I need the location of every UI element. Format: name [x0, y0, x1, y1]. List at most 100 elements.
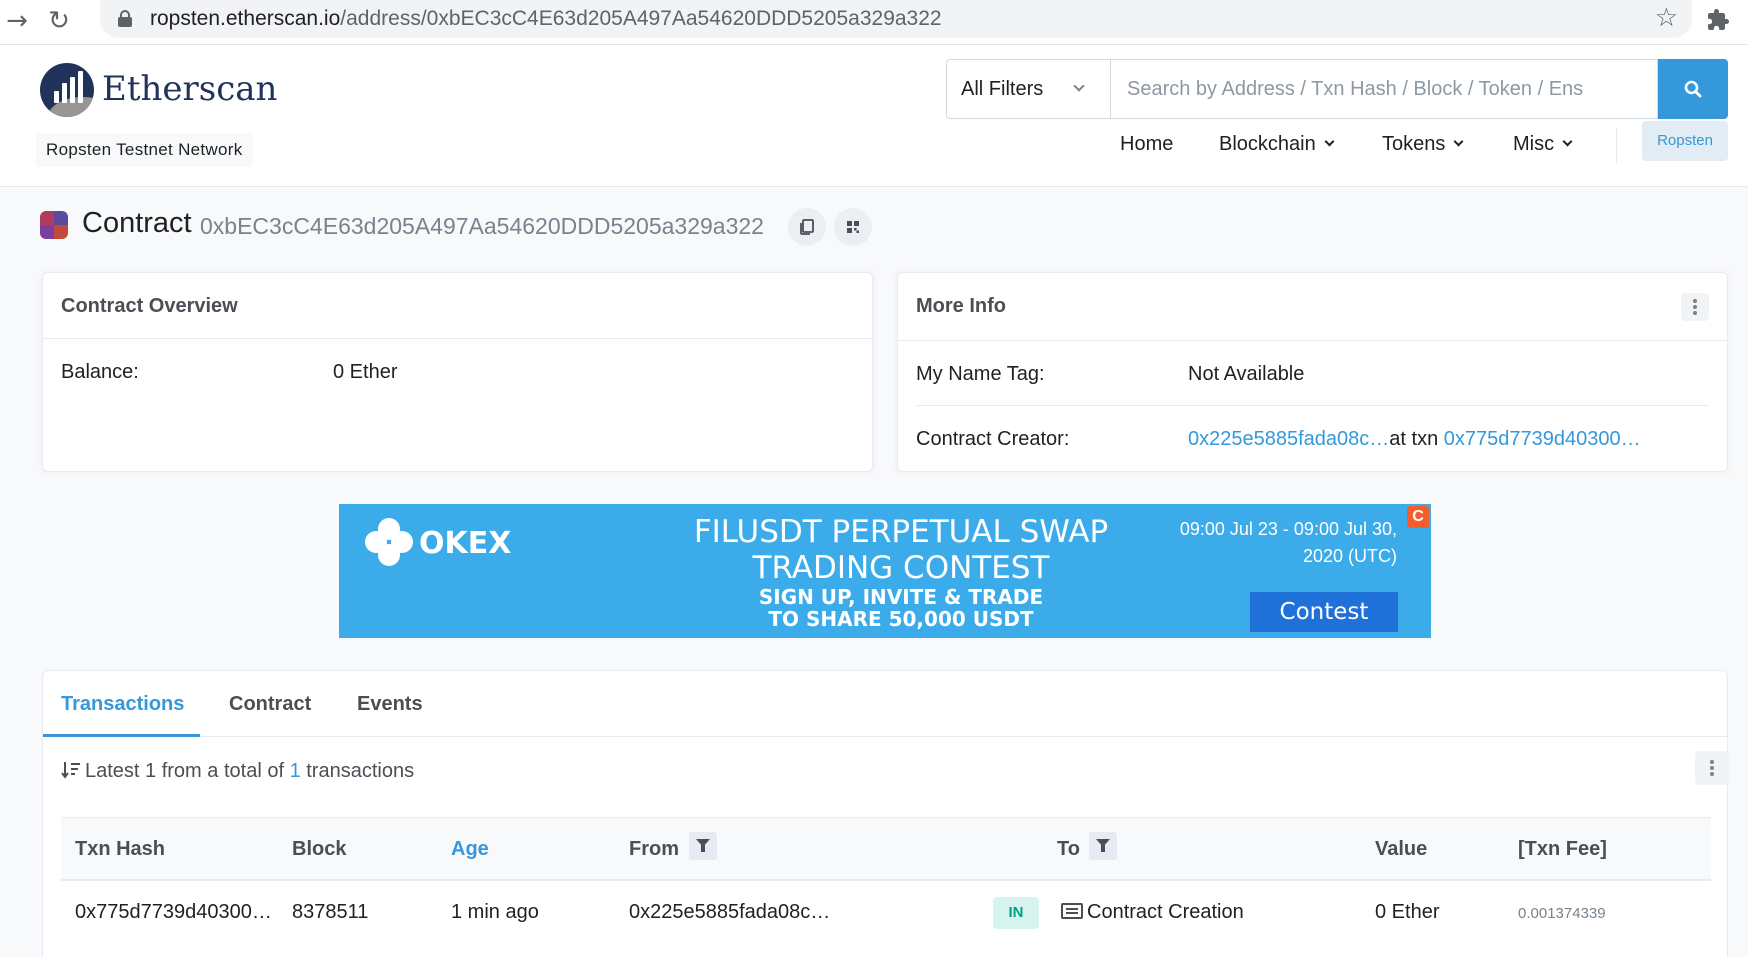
more-options-button[interactable] [1681, 293, 1709, 321]
contract-avatar [40, 211, 68, 239]
bookmark-star-icon[interactable]: ☆ [1655, 3, 1678, 33]
chevron-down-icon [1324, 136, 1335, 147]
row-value: 0 Ether [1375, 901, 1440, 923]
row-from[interactable]: 0x225e5885fada08c… [629, 901, 830, 924]
banner-sub-line-1: SIGN UP, INVITE & TRADE [758, 585, 1044, 609]
nav-misc-label: Misc [1513, 133, 1555, 155]
name-tag-value: Not Available [1188, 363, 1305, 385]
copy-address-button[interactable] [788, 208, 826, 246]
search-bar: All Filters [946, 59, 1728, 119]
forward-arrow-icon[interactable]: → [2, 6, 32, 36]
nav-misc[interactable]: Misc [1513, 133, 1573, 156]
contract-creation-icon [1061, 903, 1083, 919]
table-options-button[interactable] [1695, 751, 1729, 785]
okex-ad-banner[interactable]: OKEX FILUSDT PERPETUAL SWAP TRADING CONT… [339, 504, 1431, 638]
reload-icon[interactable]: ↻ [44, 6, 74, 36]
col-to: To [1057, 838, 1080, 860]
contract-creator-value: 0x225e5885fada08c…at txn 0x775d7739d4030… [1188, 428, 1641, 451]
banner-date-line-2: 2020 (UTC) [1302, 546, 1397, 566]
row-txn-fee: 0.001374339 [1518, 905, 1606, 922]
row-divider [916, 405, 1709, 406]
tab-bar: Transactions Contract Events [43, 671, 1727, 737]
page-title-label: Contract [82, 207, 192, 239]
extensions-puzzle-icon[interactable] [1706, 8, 1730, 32]
chevron-down-icon [1562, 136, 1573, 147]
ad-choice-badge[interactable]: C [1407, 506, 1429, 528]
row-age: 1 min ago [451, 901, 539, 923]
network-switch-button[interactable]: Ropsten [1642, 121, 1728, 161]
banner-sub-line-2: TO SHARE 50,000 USDT [768, 607, 1034, 631]
qr-code-icon [847, 221, 859, 233]
filter-select[interactable]: All Filters [946, 59, 1110, 119]
nav-tokens[interactable]: Tokens [1382, 133, 1464, 156]
nav-divider [1616, 127, 1617, 163]
okex-clover-icon [365, 518, 413, 566]
more-info-title: More Info [916, 295, 1006, 317]
url-path: /address/0xbEC3cC4E63d205A497Aa54620DDD5… [340, 7, 942, 30]
main-nav: Home Blockchain Tokens Misc Ropsten [0, 121, 1748, 173]
tab-transactions[interactable]: Transactions [61, 693, 184, 716]
banner-headline: FILUSDT PERPETUAL SWAP TRADING CONTEST [691, 514, 1111, 586]
chevron-down-icon [1453, 136, 1464, 147]
contract-overview-card: Contract Overview Balance: 0 Ether [42, 272, 873, 472]
search-button[interactable] [1658, 59, 1728, 119]
filter-label: All Filters [961, 78, 1044, 100]
at-txn-text: at txn [1389, 428, 1439, 450]
col-age[interactable]: Age [451, 838, 489, 861]
col-txn-fee[interactable]: [Txn Fee] [1518, 838, 1607, 861]
row-to: Contract Creation [1061, 901, 1244, 924]
summary-prefix: Latest 1 from a total of [85, 760, 284, 782]
table-header: Txn Hash Block Age From To Value [Txn Fe… [61, 817, 1711, 881]
balance-value: 0 Ether [333, 361, 398, 383]
chevron-down-icon [1073, 80, 1085, 92]
summary-suffix: transactions [306, 760, 415, 782]
row-to-label: Contract Creation [1087, 901, 1244, 923]
url-host: ropsten.etherscan.io [150, 7, 341, 30]
sort-desc-icon [61, 761, 81, 779]
banner-date: 09:00 Jul 23 - 09:00 Jul 30, 2020 (UTC) [1137, 516, 1397, 570]
tab-contract[interactable]: Contract [229, 693, 311, 716]
card-header: Contract Overview [43, 273, 872, 339]
nav-tokens-label: Tokens [1382, 133, 1446, 155]
site-header: Etherscan Ropsten Testnet Network All Fi… [0, 45, 1748, 187]
nav-blockchain-label: Blockchain [1219, 133, 1316, 155]
contract-overview-title: Contract Overview [61, 295, 238, 317]
okex-logo: OKEX [365, 518, 565, 568]
balance-label: Balance: [61, 361, 139, 383]
search-icon [1684, 80, 1702, 98]
to-filter-button[interactable] [1089, 832, 1117, 860]
contest-button[interactable]: Contest [1250, 592, 1398, 632]
contract-creator-label: Contract Creator: [916, 428, 1070, 450]
creator-txn-link[interactable]: 0x775d7739d40300… [1444, 428, 1641, 450]
col-block: Block [292, 838, 347, 860]
address-bar[interactable]: ropsten.etherscan.io/address/0xbEC3cC4E6… [100, 0, 1692, 38]
transactions-card: Transactions Contract Events Latest 1 fr… [42, 670, 1729, 957]
card-header: More Info [898, 273, 1727, 341]
tab-events[interactable]: Events [357, 693, 423, 716]
nav-home-label: Home [1120, 133, 1174, 155]
search-input[interactable] [1110, 59, 1658, 119]
row-block[interactable]: 8378511 [292, 901, 368, 924]
direction-badge: IN [993, 897, 1039, 929]
transactions-summary: Latest 1 from a total of 1 transactions [61, 759, 414, 783]
okex-brand: OKEX [419, 526, 512, 561]
more-info-card: More Info My Name Tag: Not Available Con… [897, 272, 1728, 472]
banner-subheadline: SIGN UP, INVITE & TRADE TO SHARE 50,000 … [691, 586, 1111, 630]
from-filter-button[interactable] [689, 832, 717, 860]
browser-toolbar: → ↻ ropsten.etherscan.io/address/0xbEC3c… [0, 0, 1748, 45]
col-value: Value [1375, 838, 1428, 860]
col-from: From [629, 838, 679, 860]
creator-address-link[interactable]: 0x225e5885fada08c… [1188, 428, 1389, 450]
summary-count: 1 [289, 760, 301, 782]
active-tab-indicator [43, 734, 200, 737]
col-txn-hash: Txn Hash [75, 838, 166, 860]
etherscan-logo-icon [40, 63, 94, 117]
qr-code-button[interactable] [834, 208, 872, 246]
nav-home[interactable]: Home [1120, 133, 1173, 156]
banner-headline-line-2: TRADING CONTEST [752, 550, 1050, 586]
url-text[interactable]: ropsten.etherscan.io/address/0xbEC3cC4E6… [150, 7, 942, 31]
row-txn-hash[interactable]: 0x775d7739d40300… [75, 901, 272, 924]
table-row: 0x775d7739d40300… 8378511 1 min ago 0x22… [61, 881, 1711, 945]
nav-blockchain[interactable]: Blockchain [1219, 133, 1335, 156]
banner-headline-line-1: FILUSDT PERPETUAL SWAP [693, 514, 1109, 550]
